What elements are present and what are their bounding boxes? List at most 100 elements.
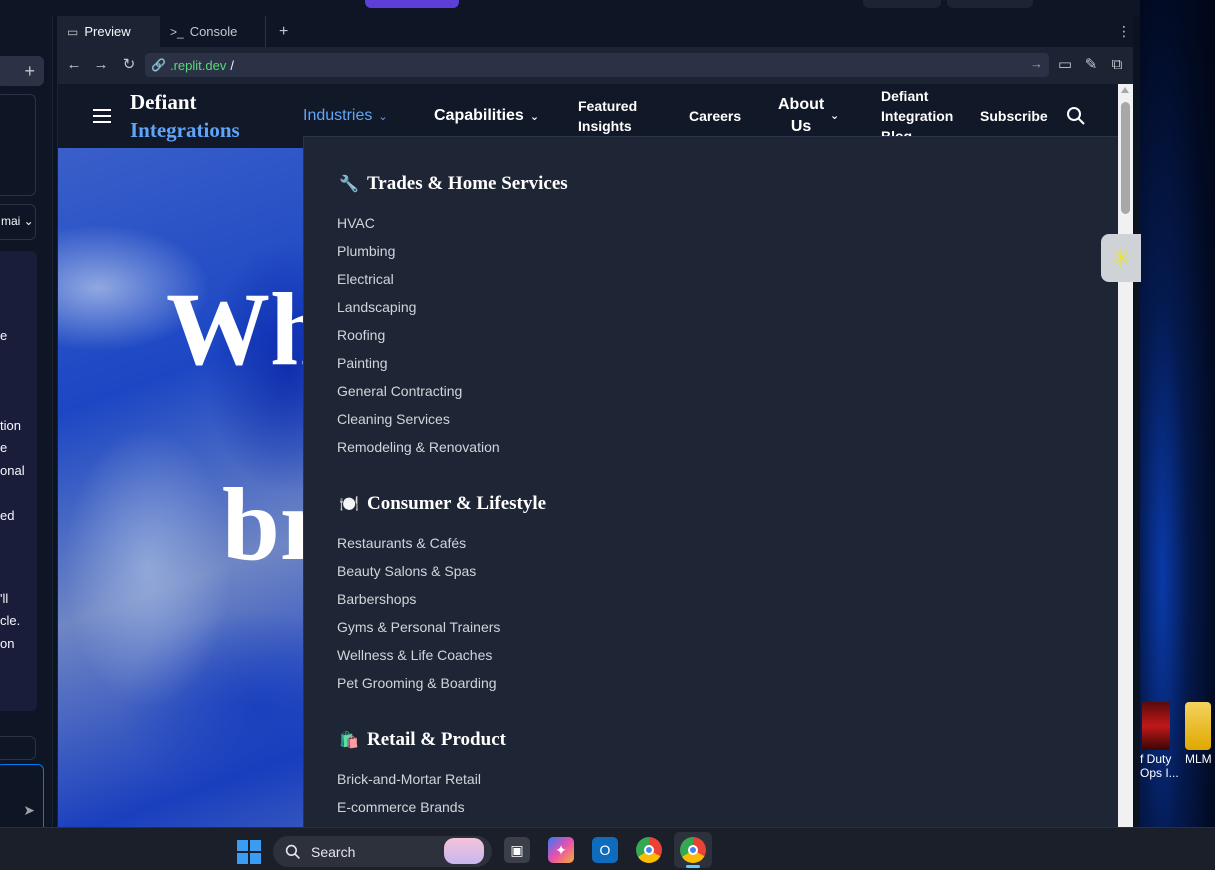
- nav-capabilities[interactable]: Capabilities ⌄: [434, 106, 539, 127]
- nav-label: Integration: [881, 108, 954, 124]
- dropdown-link[interactable]: Beauty Salons & Spas: [337, 563, 476, 579]
- windows-start-icon[interactable]: [237, 840, 261, 864]
- desktop-shortcut-label: MLM: [1185, 752, 1212, 766]
- shopping-bag-icon: 🛍️: [339, 732, 359, 749]
- more-options-icon[interactable]: ⋮: [1107, 16, 1131, 47]
- url-bar: ← → ↻ 🔗 .replit.dev / → ▭ ✎ ⧉: [57, 47, 1133, 84]
- windows-taskbar: Search ▣ ✦ O: [0, 827, 1215, 870]
- dropdown-link[interactable]: Cleaning Services: [337, 411, 450, 427]
- brand-logo-line1[interactable]: Defiant: [130, 90, 197, 115]
- chat-text: e: [0, 440, 8, 455]
- chat-text: on: [0, 636, 15, 651]
- desktop-shortcut-mlm[interactable]: MLM: [1185, 702, 1215, 766]
- nav-careers[interactable]: Careers: [689, 106, 741, 126]
- nav-industries[interactable]: Industries ⌄: [303, 106, 388, 127]
- dropdown-link[interactable]: Remodeling & Renovation: [337, 439, 500, 455]
- forward-button[interactable]: →: [91, 55, 111, 75]
- copilot-icon[interactable]: ✦: [548, 837, 574, 863]
- model-select[interactable]: mai ⌄: [0, 204, 36, 240]
- replit-side-panel: + mai ⌄ e tion e onal ed 'll cle. on ➤: [0, 16, 53, 834]
- dropdown-link[interactable]: Barbershops: [337, 591, 416, 607]
- device-icon[interactable]: ▭: [1055, 55, 1075, 75]
- dropdown-link[interactable]: Pet Grooming & Boarding: [337, 675, 497, 691]
- preview-pane: ▭ Preview >_ Console + ⋮ ← → ↻ 🔗 .replit…: [57, 16, 1133, 827]
- dropdown-link[interactable]: Brick-and-Mortar Retail: [337, 771, 481, 787]
- url-domain: .replit.dev: [169, 57, 227, 73]
- scroll-up-icon[interactable]: [1121, 87, 1129, 93]
- nav-subscribe[interactable]: Subscribe: [980, 106, 1048, 126]
- chrome-active-button[interactable]: [674, 832, 712, 868]
- dropdown-link[interactable]: Landscaping: [337, 299, 416, 315]
- category-label: Trades & Home Services: [367, 173, 568, 194]
- website-viewport: Wh br Defiant Integrations Industries ⌄ C…: [58, 84, 1118, 827]
- brand-logo-line2[interactable]: Integrations: [130, 118, 240, 143]
- pane-tabbar: ▭ Preview >_ Console + ⋮: [57, 16, 1133, 47]
- run-button[interactable]: [365, 0, 459, 8]
- top-control[interactable]: [863, 0, 941, 8]
- dropdown-link[interactable]: Restaurants & Cafés: [337, 535, 466, 551]
- dropdown-link[interactable]: Wellness & Life Coaches: [337, 647, 492, 663]
- dropdown-link[interactable]: Painting: [337, 355, 388, 371]
- chrome-icon[interactable]: [636, 837, 662, 863]
- add-tab-button[interactable]: +: [24, 61, 35, 82]
- url-input[interactable]: 🔗 .replit.dev / →: [145, 53, 1049, 77]
- scrollbar-thumb[interactable]: [1121, 102, 1130, 214]
- reload-button[interactable]: ↻: [119, 55, 139, 75]
- tab-console[interactable]: >_ Console: [160, 16, 266, 47]
- top-strip: [0, 0, 1140, 16]
- terminal-icon: >_: [170, 24, 184, 39]
- category-title: 🔧 Trades & Home Services: [339, 173, 568, 195]
- chat-text: e: [0, 328, 8, 343]
- dropdown-link[interactable]: Gyms & Personal Trainers: [337, 619, 500, 635]
- page-scrollbar[interactable]: [1118, 84, 1133, 827]
- wrench-icon: 🔧: [339, 176, 359, 193]
- devtools-icon[interactable]: ✎: [1081, 55, 1101, 75]
- category-title: 🍽️ Consumer & Lifestyle: [339, 493, 546, 515]
- select-value: mai: [1, 214, 21, 228]
- category-title: 🛍️ Retail & Product: [339, 729, 506, 751]
- nav-label: About: [778, 96, 825, 113]
- chat-text: onal: [0, 463, 25, 478]
- dropdown-link[interactable]: General Contracting: [337, 383, 462, 399]
- dropdown-link[interactable]: HVAC: [337, 215, 375, 231]
- chat-text: 'll: [0, 591, 9, 606]
- search-highlight-icon: [444, 838, 484, 864]
- nav-label: Featured: [578, 98, 638, 114]
- go-arrow-icon[interactable]: →: [1030, 56, 1043, 71]
- desktop-shortcut-label: Ops I...: [1140, 766, 1179, 780]
- send-icon[interactable]: ➤: [23, 802, 35, 819]
- category-label: Consumer & Lifestyle: [367, 493, 547, 514]
- top-control[interactable]: [947, 0, 1033, 8]
- outlook-icon[interactable]: O: [592, 837, 618, 863]
- chrome-icon: [680, 837, 706, 863]
- chat-input[interactable]: ➤: [0, 764, 44, 834]
- url-path: /: [230, 57, 234, 73]
- add-tab-button[interactable]: +: [269, 16, 299, 47]
- chat-text: tion: [0, 418, 21, 433]
- chevron-down-icon[interactable]: ⌄: [830, 106, 839, 126]
- dropdown-link[interactable]: E-commerce Brands: [337, 799, 465, 815]
- assistant-widget-icon[interactable]: ✳: [1101, 234, 1141, 282]
- nav-about-us[interactable]: About Us: [778, 94, 824, 138]
- taskbar-search[interactable]: Search: [273, 836, 492, 867]
- task-view-icon[interactable]: ▣: [504, 837, 530, 863]
- nav-featured-insights[interactable]: Featured Insights: [578, 96, 637, 136]
- chat-text: ed: [0, 508, 15, 523]
- panel-card: [0, 94, 36, 196]
- dropdown-link[interactable]: Electrical: [337, 271, 394, 287]
- game-thumbnail-icon: [1142, 702, 1170, 750]
- search-icon: [285, 844, 300, 859]
- chat-text: cle.: [0, 613, 21, 628]
- open-new-tab-icon[interactable]: ⧉: [1107, 55, 1127, 75]
- dropdown-link[interactable]: Plumbing: [337, 243, 395, 259]
- industries-dropdown: 🔧 Trades & Home Services HVAC Plumbing El…: [303, 136, 1118, 827]
- tab-preview[interactable]: ▭ Preview: [57, 16, 160, 47]
- category-label: Retail & Product: [367, 729, 506, 750]
- search-icon[interactable]: [1066, 106, 1086, 126]
- hamburger-menu-icon[interactable]: [93, 109, 111, 123]
- nav-label: Insights: [578, 118, 632, 134]
- chevron-down-icon: ⌄: [529, 111, 540, 123]
- monitor-icon: ▭: [67, 24, 79, 39]
- back-button[interactable]: ←: [64, 55, 84, 75]
- dropdown-link[interactable]: Roofing: [337, 327, 385, 343]
